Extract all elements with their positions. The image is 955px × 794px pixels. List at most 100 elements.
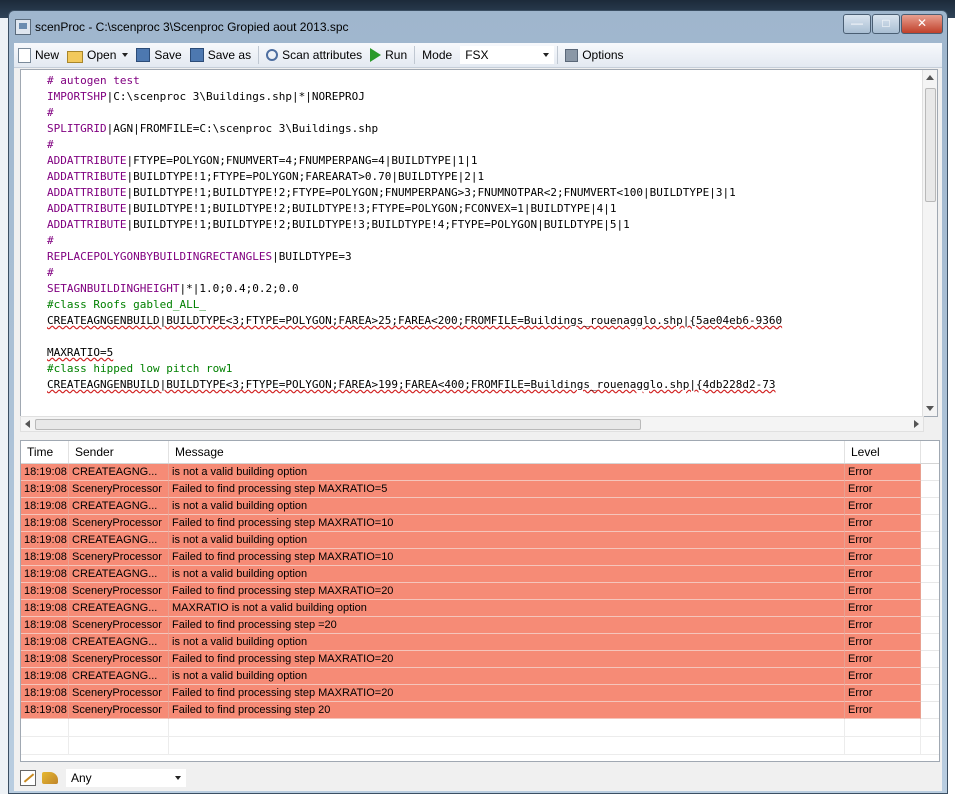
column-header-level[interactable]: Level: [845, 441, 921, 463]
save-button[interactable]: Save: [132, 45, 185, 65]
title-bar[interactable]: scenProc - C:\scenproc 3\Scenproc Gropie…: [9, 11, 947, 39]
code-line: MAXRATIO=10: [47, 409, 923, 411]
code-line: #: [47, 233, 923, 249]
scroll-right-icon[interactable]: [914, 420, 919, 428]
column-header-filler: [921, 441, 939, 463]
log-message: Failed to find processing step MAXRATIO=…: [169, 685, 845, 702]
code-text: #: [47, 106, 54, 119]
log-time: 18:19:08: [21, 651, 69, 668]
log-grid[interactable]: Time Sender Message Level 18:19:08 CREATE…: [20, 440, 940, 762]
mode-label: Mode: [422, 48, 453, 62]
column-header-sender[interactable]: Sender: [69, 441, 169, 463]
log-row[interactable]: 18:19:08 CREATEAGNG... is not a valid bui…: [21, 532, 939, 549]
mode-select[interactable]: FSX: [460, 46, 555, 64]
log-row[interactable]: 18:19:08 CREATEAGNG... is not a valid bui…: [21, 668, 939, 685]
log-sender: SceneryProcessor: [69, 617, 169, 634]
column-header-message[interactable]: Message: [169, 441, 845, 463]
log-row[interactable]: 18:19:08 SceneryProcessor Failed to find p…: [21, 515, 939, 532]
scroll-down-icon[interactable]: [926, 406, 934, 411]
new-button[interactable]: New: [14, 45, 63, 65]
code-text: MAXRATIO=10: [47, 410, 120, 411]
panel-splitter[interactable]: [14, 433, 942, 439]
script-editor[interactable]: # autogen test IMPORTSHP|C:\scenproc 3\Bu…: [20, 69, 938, 417]
log-message: is not a valid building option: [169, 634, 845, 651]
log-time: 18:19:08: [21, 617, 69, 634]
code-line: MAXRATIO=5: [47, 345, 923, 361]
maximize-button[interactable]: □: [872, 14, 900, 34]
log-row[interactable]: 18:19:08 SceneryProcessor Failed to find p…: [21, 583, 939, 600]
level-filter-select[interactable]: Any: [66, 769, 186, 787]
code-line: CREATEAGNGENBUILD|BUILDTYPE<3;FTYPE=POLY…: [47, 377, 923, 393]
log-filler: [921, 566, 939, 583]
log-sender: CREATEAGNG...: [69, 498, 169, 515]
chevron-down-icon[interactable]: [122, 53, 129, 57]
broom-icon[interactable]: [42, 772, 58, 784]
new-label: New: [35, 48, 60, 62]
scroll-left-icon[interactable]: [25, 420, 30, 428]
code-line: SPLITGRID|AGN|FROMFILE=C:\scenproc 3\Bui…: [47, 121, 923, 137]
log-level: Error: [845, 532, 921, 549]
log-row[interactable]: 18:19:08 CREATEAGNG... MAXRATIO is not a v…: [21, 600, 939, 617]
empty-cell: [69, 737, 169, 754]
close-button[interactable]: ✕: [901, 14, 943, 34]
log-message: Failed to find processing step MAXRATIO=…: [169, 549, 845, 566]
code-keyword: IMPORTSHP: [47, 90, 107, 103]
save-as-label: Save as: [207, 48, 252, 62]
empty-cell: [169, 737, 845, 754]
log-row[interactable]: 18:19:08 SceneryProcessor Failed to find p…: [21, 702, 939, 719]
code-line: REPLACEPOLYGONBYBUILDINGRECTANGLES|BUILD…: [47, 249, 923, 265]
code-line: #: [47, 137, 923, 153]
log-sender: SceneryProcessor: [69, 481, 169, 498]
log-row[interactable]: 18:19:08 SceneryProcessor Failed to find p…: [21, 651, 939, 668]
log-filler: [921, 668, 939, 685]
chevron-down-icon: [543, 53, 550, 57]
run-button[interactable]: Run: [366, 45, 411, 65]
code-line: CREATEAGNGENBUILD|BUILDTYPE<3;FTYPE=POLY…: [47, 313, 923, 329]
scroll-thumb[interactable]: [35, 419, 641, 430]
code-keyword: SPLITGRID: [47, 122, 107, 135]
options-button[interactable]: Options: [561, 45, 627, 65]
scroll-up-icon[interactable]: [926, 75, 934, 80]
editor-horizontal-scrollbar[interactable]: [20, 416, 924, 432]
editor-vertical-scrollbar[interactable]: [922, 70, 937, 416]
empty-cell: [69, 719, 169, 736]
log-filler: [921, 651, 939, 668]
scan-attributes-button[interactable]: Scan attributes: [262, 45, 366, 65]
log-message: is not a valid building option: [169, 464, 845, 481]
log-row[interactable]: 18:19:08 SceneryProcessor Failed to find p…: [21, 617, 939, 634]
log-level: Error: [845, 634, 921, 651]
log-filler: [921, 685, 939, 702]
log-row[interactable]: 18:19:08 SceneryProcessor Failed to find p…: [21, 685, 939, 702]
toolbar-separator: [414, 46, 416, 64]
log-row[interactable]: 18:19:08 CREATEAGNG... is not a valid bui…: [21, 464, 939, 481]
empty-cell: [845, 719, 921, 736]
save-as-button[interactable]: Save as: [186, 45, 255, 65]
log-row[interactable]: 18:19:08 CREATEAGNG... is not a valid bui…: [21, 498, 939, 515]
log-level: Error: [845, 464, 921, 481]
log-message: MAXRATIO is not a valid building option: [169, 600, 845, 617]
minimize-button[interactable]: —: [843, 14, 871, 34]
edit-icon[interactable]: [20, 770, 36, 786]
run-label: Run: [385, 48, 408, 62]
log-row[interactable]: 18:19:08 CREATEAGNG... is not a valid bui…: [21, 566, 939, 583]
code-args: |C:\scenproc 3\Buildings.shp|*|NOREPROJ: [106, 90, 365, 103]
window-title: scenProc - C:\scenproc 3\Scenproc Gropie…: [35, 20, 349, 34]
code-line: # autogen test: [47, 73, 923, 89]
scroll-thumb[interactable]: [925, 88, 936, 202]
log-filler: [921, 532, 939, 549]
log-filler: [921, 634, 939, 651]
window-controls: — □ ✕: [842, 14, 943, 34]
log-time: 18:19:08: [21, 566, 69, 583]
code-args: |BUILDTYPE=3: [272, 250, 352, 263]
log-row[interactable]: 18:19:08 SceneryProcessor Failed to find p…: [21, 481, 939, 498]
open-button[interactable]: Open: [63, 45, 132, 65]
log-level: Error: [845, 566, 921, 583]
column-header-time[interactable]: Time: [21, 441, 69, 463]
toolbar-separator: [557, 46, 559, 64]
code-line: ADDATTRIBUTE|BUILDTYPE!1;BUILDTYPE!2;FTY…: [47, 185, 923, 201]
code-area[interactable]: # autogen test IMPORTSHP|C:\scenproc 3\Bu…: [47, 73, 923, 411]
log-row[interactable]: 18:19:08 SceneryProcessor Failed to find p…: [21, 549, 939, 566]
log-row[interactable]: 18:19:08 CREATEAGNG... is not a valid bui…: [21, 634, 939, 651]
log-sender: SceneryProcessor: [69, 515, 169, 532]
